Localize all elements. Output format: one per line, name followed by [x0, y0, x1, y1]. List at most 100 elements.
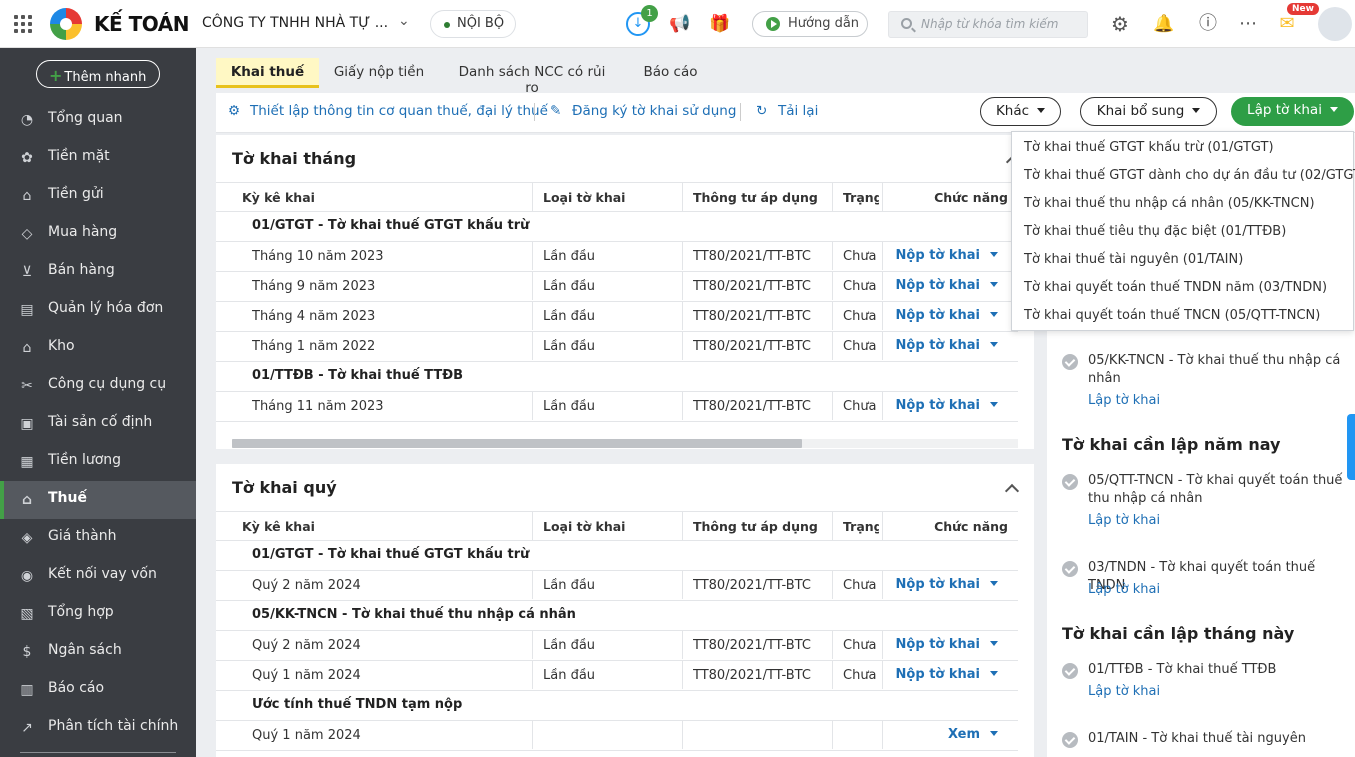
group-row: 01/TTĐB - Tờ khai thuế TTĐB	[216, 362, 1018, 392]
sidebar-item-label: Tiền mặt	[48, 148, 110, 164]
column-divider	[682, 721, 683, 749]
avatar[interactable]	[1318, 7, 1352, 41]
menu-item-05-kk-tncn[interactable]: Tờ khai thuế thu nhập cá nhân (05/KK-TNC…	[1024, 196, 1315, 211]
column-header[interactable]: Thông tư áp dụng	[693, 190, 818, 205]
sidebar-item-6[interactable]: ⌂ Kho	[0, 329, 196, 367]
setup-tax-link[interactable]: ⚙ Thiết lập thông tin cơ quan thuế, đại l…	[228, 103, 548, 119]
row-action-button[interactable]: Nộp tờ khai	[896, 577, 998, 592]
sidebar-item-12[interactable]: ◉ Kết nối vay vốn	[0, 557, 196, 595]
sidebar-item-0[interactable]: ◔ Tổng quan	[0, 101, 196, 139]
column-divider	[832, 272, 833, 300]
sidebar-item-7[interactable]: ✂ Công cụ dụng cụ	[0, 367, 196, 405]
sidebar-item-14[interactable]: $ Ngân sách	[0, 633, 196, 671]
column-divider	[882, 631, 883, 659]
menu-item-03-tndn[interactable]: Tờ khai quyết toán thuế TNDN năm (03/TND…	[1024, 280, 1327, 295]
bell-icon[interactable]: 🔔	[1152, 12, 1176, 36]
side-drawer-handle[interactable]	[1347, 414, 1355, 480]
table-row[interactable]: Quý 2 năm 2024 Lần đầu TT80/2021/TT-BTC Chư…	[216, 571, 1018, 601]
chevron-up-icon[interactable]	[1004, 483, 1020, 499]
menu-item-01-ttdb[interactable]: Tờ khai thuế tiêu thụ đặc biệt (01/TTĐB)	[1024, 224, 1286, 239]
quarterly-panel: Tờ khai quý Kỳ kê khai Loại tờ khai Thông …	[216, 464, 1034, 757]
column-header[interactable]: Chức năng	[934, 190, 1008, 205]
column-header[interactable]: Kỳ kê khai	[242, 519, 315, 534]
sidebar-item-3[interactable]: ◇ Mua hàng	[0, 215, 196, 253]
company-name[interactable]: CÔNG TY TNHH NHÀ TỰ ...	[202, 15, 388, 31]
sidebar-item-11[interactable]: ◈ Giá thành	[0, 519, 196, 557]
table-header: Kỳ kê khai Loại tờ khai Thông tư áp dụng Tr…	[216, 182, 1018, 212]
row-action-button[interactable]: Xem	[948, 727, 998, 742]
column-divider	[532, 332, 533, 360]
group-row: 01/GTGT - Tờ khai thuế GTGT khấu trừ	[216, 541, 1018, 571]
help-icon[interactable]: ⓘ	[1196, 12, 1220, 36]
reload-link[interactable]: ↻ Tải lại	[756, 103, 818, 119]
tab-khai-thue[interactable]: Khai thuế	[216, 58, 319, 88]
create-link[interactable]: Lập tờ khai	[1088, 393, 1160, 408]
create-link[interactable]: Lập tờ khai	[1088, 684, 1160, 699]
column-header[interactable]: Kỳ kê khai	[242, 190, 315, 205]
more-icon[interactable]: ⋯	[1236, 12, 1260, 36]
caret-down-icon	[990, 581, 998, 586]
megaphone-icon[interactable]: 📢	[668, 12, 692, 36]
column-header[interactable]: Thông tư áp dụng	[693, 519, 818, 534]
row-action-button[interactable]: Nộp tờ khai	[896, 398, 998, 413]
menu-item-05-qtt-tncn[interactable]: Tờ khai quyết toán thuế TNCN (05/QTT-TNC…	[1024, 308, 1320, 323]
guide-button[interactable]: Hướng dẫn	[752, 11, 868, 37]
other-button[interactable]: Khác	[980, 97, 1061, 126]
sidebar-item-9[interactable]: ▦ Tiền lương	[0, 443, 196, 481]
sidebar-item-label: Tiền gửi	[48, 186, 104, 202]
chevron-down-icon[interactable]: ⌄	[398, 13, 410, 29]
sidebar-item-13[interactable]: ▧ Tổng hợp	[0, 595, 196, 633]
table-row[interactable]: Tháng 1 năm 2022 Lần đầu TT80/2021/TT-BTC C…	[216, 332, 1018, 362]
cell-type: Lần đầu	[543, 339, 596, 354]
create-link[interactable]: Lập tờ khai	[1088, 582, 1160, 597]
supplement-button[interactable]: Khai bổ sung	[1080, 97, 1217, 126]
mail-icon[interactable]: ✉	[1275, 12, 1299, 36]
sidebar-item-1[interactable]: ✿ Tiền mặt	[0, 139, 196, 177]
sidebar-item-15[interactable]: ▥ Báo cáo	[0, 671, 196, 709]
gift-icon[interactable]: 🎁	[708, 12, 732, 36]
menu-item-01-gtgt[interactable]: Tờ khai thuế GTGT khấu trừ (01/GTGT)	[1024, 140, 1274, 155]
quick-add-button[interactable]: + Thêm nhanh	[36, 60, 160, 88]
table-row[interactable]: Tháng 9 năm 2023 Lần đầu TT80/2021/TT-BTC C…	[216, 272, 1018, 302]
table-row[interactable]: Quý 2 năm 2024 Lần đầu TT80/2021/TT-BTC Chư…	[216, 631, 1018, 661]
search-input[interactable]: Nhập từ khóa tìm kiếm	[888, 11, 1088, 38]
create-link[interactable]: Lập tờ khai	[1088, 513, 1160, 528]
tab-bao-cao[interactable]: Báo cáo	[638, 58, 703, 88]
tab-ncc-rui-ro[interactable]: Danh sách NCC có rủi ro	[451, 58, 613, 96]
gear-icon[interactable]: ⚙	[1108, 12, 1132, 36]
menu-item-02-gtgt[interactable]: Tờ khai thuế GTGT dành cho dự án đầu tư …	[1024, 168, 1355, 183]
column-header[interactable]: Trạng t	[843, 190, 879, 205]
menu-item-01-tain[interactable]: Tờ khai thuế tài nguyên (01/TAIN)	[1024, 252, 1243, 267]
column-header[interactable]: Loại tờ khai	[543, 190, 625, 205]
horizontal-scrollbar-thumb[interactable]	[232, 439, 802, 448]
column-header[interactable]: Loại tờ khai	[543, 519, 625, 534]
row-action-label: Nộp tờ khai	[895, 398, 980, 413]
table-row[interactable]: Tháng 4 năm 2023 Lần đầu TT80/2021/TT-BTC C…	[216, 302, 1018, 332]
row-action-button[interactable]: Nộp tờ khai	[896, 338, 998, 353]
register-declaration-link[interactable]: ✎ Đăng ký tờ khai sử dụng	[550, 103, 736, 119]
sidebar-item-4[interactable]: ⊻ Bán hàng	[0, 253, 196, 291]
create-declaration-button[interactable]: Lập tờ khai	[1231, 97, 1354, 126]
table-row[interactable]: Quý 1 năm 2024 Xem	[216, 721, 1018, 751]
tab-giay-nop-tien[interactable]: Giấy nộp tiền	[324, 58, 434, 88]
sidebar-item-10[interactable]: ⌂ Thuế	[0, 481, 196, 519]
sidebar-item-2[interactable]: ⌂ Tiền gửi	[0, 177, 196, 215]
table-row[interactable]: Tháng 10 năm 2023 Lần đầu TT80/2021/TT-BTC…	[216, 242, 1018, 272]
sidebar-item-8[interactable]: ▣ Tài sản cố định	[0, 405, 196, 443]
column-header[interactable]: Chức năng	[934, 519, 1008, 534]
sidebar-item-16[interactable]: ↗ Phân tích tài chính	[0, 709, 196, 747]
row-action-button[interactable]: Nộp tờ khai	[896, 308, 998, 323]
app-grid-icon[interactable]	[14, 15, 32, 33]
row-action-button[interactable]: Nộp tờ khai	[896, 248, 998, 263]
row-action-button[interactable]: Nộp tờ khai	[896, 637, 998, 652]
sidebar-item-5[interactable]: ▤ Quản lý hóa đơn	[0, 291, 196, 329]
scope-badge[interactable]: NỘI BỘ	[430, 10, 516, 38]
table-row[interactable]: Tháng 11 năm 2023 Lần đầu TT80/2021/TT-BTC…	[216, 392, 1018, 422]
table-row[interactable]: Quý 1 năm 2024 Lần đầu TT80/2021/TT-BTC Chư…	[216, 661, 1018, 691]
column-header[interactable]: Trạng t	[843, 519, 879, 534]
loan-icon: ◉	[20, 568, 34, 584]
row-action-button[interactable]: Nộp tờ khai	[896, 278, 998, 293]
sidebar-item-label: Báo cáo	[48, 680, 105, 696]
caret-down-icon	[990, 282, 998, 287]
row-action-button[interactable]: Nộp tờ khai	[896, 667, 998, 682]
